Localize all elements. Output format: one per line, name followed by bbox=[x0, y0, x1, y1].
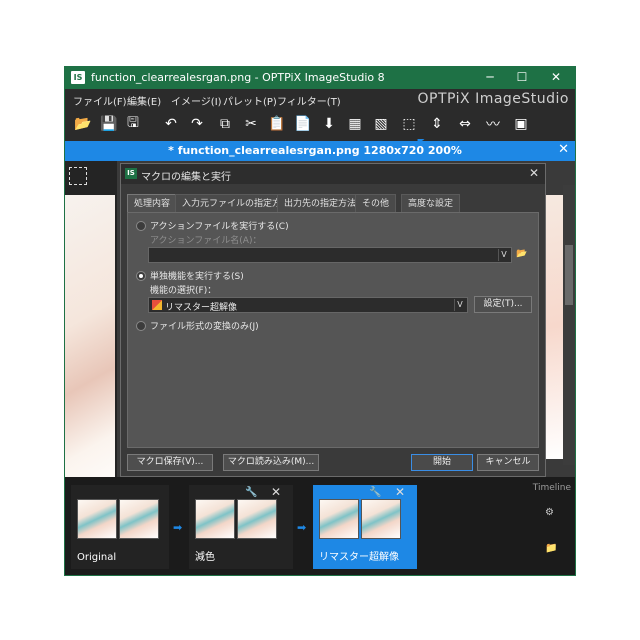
menu-file[interactable]: ファイル(F) bbox=[73, 93, 127, 108]
action-file-name-label: アクションファイル名(A)： bbox=[150, 236, 262, 246]
tab-process[interactable]: 処理内容 bbox=[127, 194, 178, 212]
document-tab[interactable]: * function_clearrealesrgan.png 1280x720 … bbox=[65, 141, 575, 161]
toolbar: 📂 💾 🖫 ↶ ↷ ⧉ ✂ 📋 📄 ⬇ ▦ ▧ ⬚ ⇕ ⇔ 〰 ▣ bbox=[65, 111, 575, 139]
process-panel: アクションファイルを実行する(C) アクションファイル名(A)： V 📂 単独機… bbox=[127, 212, 539, 448]
node-label: Original bbox=[77, 552, 117, 563]
tab-other[interactable]: その他 bbox=[355, 194, 397, 212]
arrow-right-icon: ➡ bbox=[173, 521, 183, 534]
close-window-button[interactable]: ✕ bbox=[539, 67, 573, 89]
image-preview-left bbox=[65, 195, 115, 477]
start-button[interactable]: 開始 bbox=[411, 454, 473, 471]
function-value: リマスター超解像 bbox=[165, 303, 238, 313]
paste-new-icon[interactable]: 📄 bbox=[293, 114, 313, 134]
convert-only-label: ファイル形式の変換のみ(J) bbox=[150, 322, 259, 332]
resize-icon[interactable]: ⬚ bbox=[399, 114, 419, 134]
wrench-icon[interactable]: 🔧 bbox=[245, 487, 257, 498]
save-icon[interactable]: 💾 bbox=[99, 114, 119, 134]
remaster-function-icon bbox=[152, 300, 162, 310]
timeline-node-reduce-color[interactable]: 🔧 ✕ 減色 bbox=[189, 485, 293, 569]
timeline-panel: Original ➡ 🔧 ✕ 減色 ➡ 🔧 ✕ リマスター超解像 Timelin… bbox=[65, 477, 575, 575]
thumbnail-before bbox=[77, 499, 117, 539]
function-select-label: 機能の選択(F)： bbox=[150, 286, 217, 296]
cancel-button[interactable]: キャンセル bbox=[477, 454, 539, 471]
tab-advanced[interactable]: 高度な設定 bbox=[401, 194, 461, 212]
thumbnail-after bbox=[361, 499, 401, 539]
timeline-add-icon[interactable]: ⚙ bbox=[545, 507, 557, 519]
menu-filter[interactable]: フィルター(T) bbox=[277, 93, 341, 108]
curve-icon[interactable]: 〰 bbox=[483, 114, 503, 134]
paste-icon[interactable]: 📋 bbox=[267, 114, 287, 134]
single-function-radio[interactable] bbox=[136, 271, 146, 281]
arrow-right-icon: ➡ bbox=[297, 521, 307, 534]
vertical-scrollbar[interactable] bbox=[563, 185, 575, 465]
palette-icon[interactable]: ▦ bbox=[345, 114, 365, 134]
thumbnail-before bbox=[195, 499, 235, 539]
timeline-folder-icon[interactable]: 📁 bbox=[545, 543, 557, 555]
open-folder-icon[interactable]: 📂 bbox=[516, 249, 528, 259]
load-macro-button[interactable]: マクロ読み込み(M)... bbox=[223, 454, 319, 471]
action-file-label: アクションファイルを実行する(C) bbox=[150, 222, 289, 232]
timeline-node-remaster[interactable]: 🔧 ✕ リマスター超解像 bbox=[313, 485, 417, 569]
convert-only-radio[interactable] bbox=[136, 321, 146, 331]
save-as-icon[interactable]: 🖫 bbox=[123, 114, 143, 134]
dialog-close-icon[interactable]: ✕ bbox=[529, 166, 539, 180]
chevron-down-icon: V bbox=[498, 249, 509, 261]
thumbnail-after bbox=[237, 499, 277, 539]
flip-horizontal-icon[interactable]: ⇔ bbox=[455, 114, 475, 134]
chevron-down-icon: V bbox=[454, 299, 465, 311]
function-select[interactable]: リマスター超解像 V bbox=[148, 297, 468, 313]
channel-icon[interactable]: ▣ bbox=[511, 114, 531, 134]
open-folder-icon[interactable]: 📂 bbox=[73, 114, 93, 134]
save-macro-button[interactable]: マクロ保存(V)... bbox=[127, 454, 213, 471]
node-label: 減色 bbox=[195, 552, 215, 563]
maximize-button[interactable]: ☐ bbox=[505, 67, 539, 89]
flip-vertical-icon[interactable]: ⇕ bbox=[427, 114, 447, 134]
single-function-label: 単独機能を実行する(S) bbox=[150, 272, 244, 282]
brand-logo: ▶ OPTPiX ImageStudio bbox=[417, 91, 569, 145]
title-bar: IS function_clearrealesrgan.png - OPTPiX… bbox=[65, 67, 575, 89]
document-title: * function_clearrealesrgan.png 1280x720 … bbox=[168, 144, 462, 157]
close-icon[interactable]: ✕ bbox=[271, 485, 281, 499]
thumbnail-after bbox=[119, 499, 159, 539]
tab-output-method[interactable]: 出力先の指定方法 bbox=[277, 194, 364, 212]
copy-icon[interactable]: ⧉ bbox=[215, 114, 235, 134]
app-logo-icon: IS bbox=[71, 71, 85, 84]
wrench-icon[interactable]: 🔧 bbox=[369, 487, 381, 498]
cut-icon[interactable]: ✂ bbox=[241, 114, 261, 134]
scrollbar-thumb[interactable] bbox=[565, 245, 573, 305]
selection-tool-icon[interactable] bbox=[69, 167, 87, 185]
timeline-label: Timeline bbox=[532, 483, 571, 493]
settings-button[interactable]: 設定(T)... bbox=[474, 296, 532, 313]
action-file-select[interactable]: V bbox=[148, 247, 512, 263]
dialog-title-bar: IS マクロの編集と実行 ✕ bbox=[121, 164, 545, 184]
node-label: リマスター超解像 bbox=[319, 552, 399, 563]
macro-dialog: IS マクロの編集と実行 ✕ 処理内容 入力元ファイルの指定方法 出力先の指定方… bbox=[120, 163, 546, 477]
thumbnail-before bbox=[319, 499, 359, 539]
menu-edit[interactable]: 編集(E) bbox=[127, 93, 161, 108]
close-document-icon[interactable]: ✕ bbox=[558, 142, 569, 157]
dialog-app-icon: IS bbox=[125, 168, 137, 179]
filter-icon[interactable]: ▧ bbox=[371, 114, 391, 134]
app-window: IS function_clearrealesrgan.png - OPTPiX… bbox=[64, 66, 576, 576]
timeline-node-original[interactable]: Original bbox=[71, 485, 169, 569]
dialog-title: マクロの編集と実行 bbox=[141, 172, 231, 183]
window-title: function_clearrealesrgan.png - OPTPiX Im… bbox=[91, 71, 385, 84]
close-icon[interactable]: ✕ bbox=[395, 485, 405, 499]
menu-palette[interactable]: パレット(P) bbox=[223, 93, 277, 108]
minimize-button[interactable]: ─ bbox=[473, 67, 507, 89]
action-file-radio[interactable] bbox=[136, 221, 146, 231]
redo-icon[interactable]: ↷ bbox=[187, 114, 207, 134]
brand-text: OPTPiX ImageStudio bbox=[417, 91, 569, 107]
import-icon[interactable]: ⬇ bbox=[319, 114, 339, 134]
undo-icon[interactable]: ↶ bbox=[161, 114, 181, 134]
menu-image[interactable]: イメージ(I) bbox=[171, 93, 222, 108]
